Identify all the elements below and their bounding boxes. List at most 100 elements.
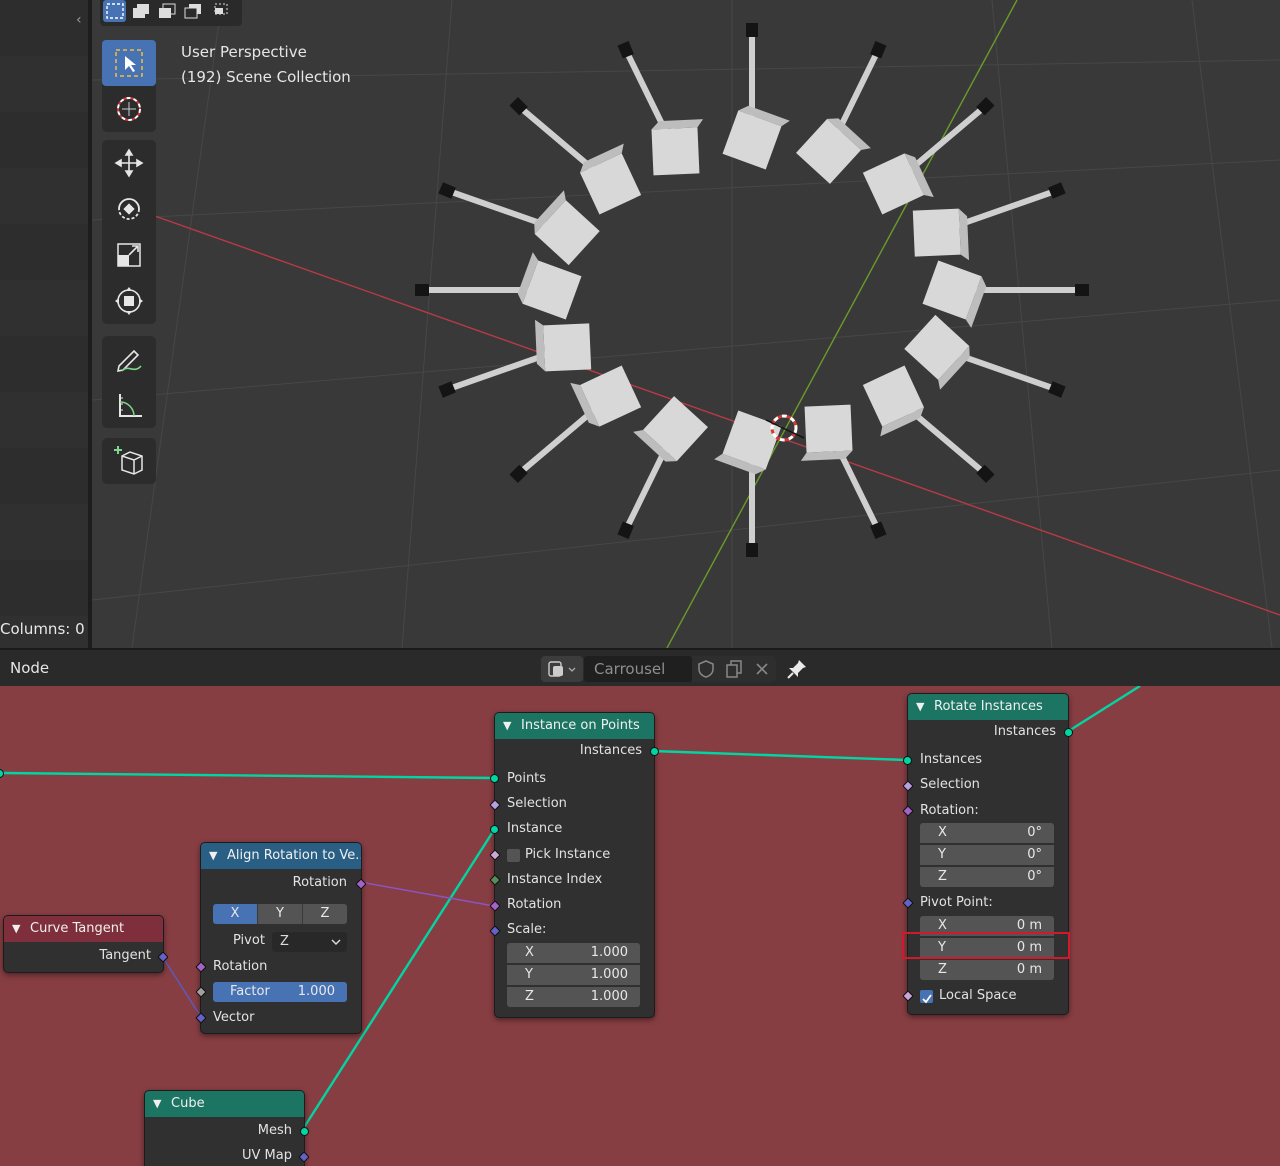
node-tree-name-field[interactable]: Carrousel <box>584 656 692 682</box>
output-instances-socket[interactable] <box>650 747 659 756</box>
pin-icon[interactable] <box>784 656 810 682</box>
carousel-cube <box>651 119 704 176</box>
pencil-icon <box>116 349 142 373</box>
node-header[interactable]: ▼ Align Rotation to Ve... <box>201 843 361 869</box>
move-tool[interactable] <box>102 140 156 186</box>
checkmark-icon <box>922 994 932 1004</box>
unlink-close-icon[interactable] <box>752 659 772 679</box>
node-instance-on-points[interactable]: ▼ Instance on Points Instances Points Sel… <box>489 712 659 1018</box>
properties-panel: Columns: 0 <box>0 0 88 648</box>
cube-face <box>904 314 970 380</box>
input-selection-label: Selection <box>920 777 980 792</box>
collapse-chevron-icon[interactable]: ▼ <box>503 713 511 739</box>
collapse-chevron-icon[interactable]: ▼ <box>209 843 217 869</box>
carousel-cube <box>534 190 600 266</box>
node-editor-canvas[interactable]: ▼ Instance on Points Instances Points Sel… <box>0 686 1280 1166</box>
node-tree-browse-button[interactable] <box>541 656 583 682</box>
mode-subtract-icon[interactable] <box>181 0 204 22</box>
ruler-icon <box>119 394 142 417</box>
transform-tool[interactable] <box>102 278 156 324</box>
scale-tool[interactable] <box>102 232 156 278</box>
mode-new-icon[interactable] <box>129 0 152 22</box>
carousel-cube <box>534 319 592 372</box>
mode-extend-icon[interactable] <box>155 0 178 22</box>
add-cube-tool[interactable] <box>102 438 156 484</box>
axis-x-button[interactable]: X <box>213 904 258 924</box>
axis-y-button[interactable]: Y <box>258 904 303 924</box>
arm-clamp <box>746 23 758 37</box>
fake-user-shield-icon[interactable] <box>696 659 716 679</box>
output-mesh-socket[interactable] <box>300 1127 309 1136</box>
rotation-x-field[interactable]: X 0° <box>920 823 1054 843</box>
node-cube[interactable]: ▼ Cube Mesh UV Map <box>144 1090 310 1166</box>
pivot-z-field[interactable]: Z0 m <box>920 960 1054 980</box>
axis-selector: X Y Z <box>213 904 347 924</box>
select-box-tool[interactable] <box>102 40 156 86</box>
carousel-cube <box>714 410 782 475</box>
node-menu[interactable]: Node <box>10 659 49 677</box>
input-pick-instance-label: Pick Instance <box>525 847 611 862</box>
chevron-down-icon <box>331 939 341 945</box>
input-instance-index-label: Instance Index <box>507 872 603 887</box>
pick-instance-checkbox[interactable] <box>507 849 520 862</box>
node-header[interactable]: ▼ Instance on Points <box>495 713 654 739</box>
input-rotation-label: Rotation <box>507 897 562 912</box>
collapse-panel-icon[interactable]: ‹ <box>76 12 82 28</box>
output-uv-map-label: UV Map <box>242 1148 292 1163</box>
duplicate-icon[interactable] <box>724 659 744 679</box>
scale-y-field[interactable]: Y 1.000 <box>507 965 640 985</box>
scale-x-field[interactable]: X 1.000 <box>507 943 640 963</box>
select-box-icon[interactable] <box>103 0 126 22</box>
carousel-arms <box>415 23 1089 557</box>
output-tangent-label: Tangent <box>99 948 151 963</box>
rotation-z-field[interactable]: Z 0° <box>920 867 1054 887</box>
arm-clamp <box>746 543 758 557</box>
scale-icon <box>117 243 141 267</box>
carousel-cube <box>912 208 970 261</box>
factor-field[interactable]: Factor 1.000 <box>213 982 347 1002</box>
pivot-label: Pivot <box>233 933 265 948</box>
toolbar-select-group <box>102 40 156 132</box>
link-instances-out <box>1066 686 1141 734</box>
3d-viewport[interactable] <box>92 0 1280 648</box>
node-align-rotation-to-vector[interactable]: ▼ Align Rotation to Ve... Rotation X Y Z … <box>195 842 367 1034</box>
rotation-y-field[interactable]: Y 0° <box>920 845 1054 865</box>
input-rotation-label: Rotation: <box>920 803 979 818</box>
input-points-socket[interactable] <box>490 774 499 783</box>
input-instances-socket[interactable] <box>903 756 912 765</box>
input-points-label: Points <box>507 771 547 786</box>
input-instance-socket[interactable] <box>490 825 499 834</box>
node-header[interactable]: ▼ Rotate Instances <box>908 694 1068 720</box>
node-curve-tangent[interactable]: ▼ Curve Tangent Tangent <box>3 915 169 973</box>
collapse-chevron-icon[interactable]: ▼ <box>12 916 20 942</box>
collection-label: (192) Scene Collection <box>181 68 351 86</box>
mode-intersect-icon[interactable] <box>207 0 230 22</box>
move-arrows-icon <box>114 148 144 178</box>
output-rotation-label: Rotation <box>292 875 347 890</box>
output-instances-socket[interactable] <box>1064 728 1073 737</box>
collapse-chevron-icon[interactable]: ▼ <box>153 1091 161 1117</box>
measure-tool[interactable] <box>102 382 156 428</box>
node-rotate-instances[interactable]: ▼ Rotate Instances Instances Instances Se… <box>902 693 1073 1015</box>
local-space-label: Local Space <box>939 988 1017 1003</box>
link-instances <box>652 749 908 762</box>
cube-face <box>912 208 961 257</box>
input-instances-label: Instances <box>920 752 983 767</box>
collapse-chevron-icon[interactable]: ▼ <box>916 694 924 720</box>
node-header[interactable]: ▼ Curve Tangent <box>4 916 163 942</box>
pivot-axis-dropdown[interactable]: Z <box>272 932 347 952</box>
input-scale-label: Scale: <box>507 922 547 937</box>
cursor-tool[interactable] <box>102 86 156 132</box>
floor-grid <box>92 0 1280 648</box>
input-instance-label: Instance <box>507 821 563 836</box>
rotate-tool[interactable] <box>102 186 156 232</box>
annotate-tool[interactable] <box>102 336 156 382</box>
x-axis-line <box>151 214 1280 616</box>
node-header[interactable]: ▼ Cube <box>145 1091 304 1117</box>
annotation-highlight-box <box>902 932 1070 959</box>
node-tree-icon <box>548 661 576 677</box>
axis-z-button[interactable]: Z <box>303 904 347 924</box>
local-space-checkbox[interactable] <box>920 990 933 1004</box>
scale-z-field[interactable]: Z 1.000 <box>507 987 640 1007</box>
carousel-cube <box>862 365 924 437</box>
